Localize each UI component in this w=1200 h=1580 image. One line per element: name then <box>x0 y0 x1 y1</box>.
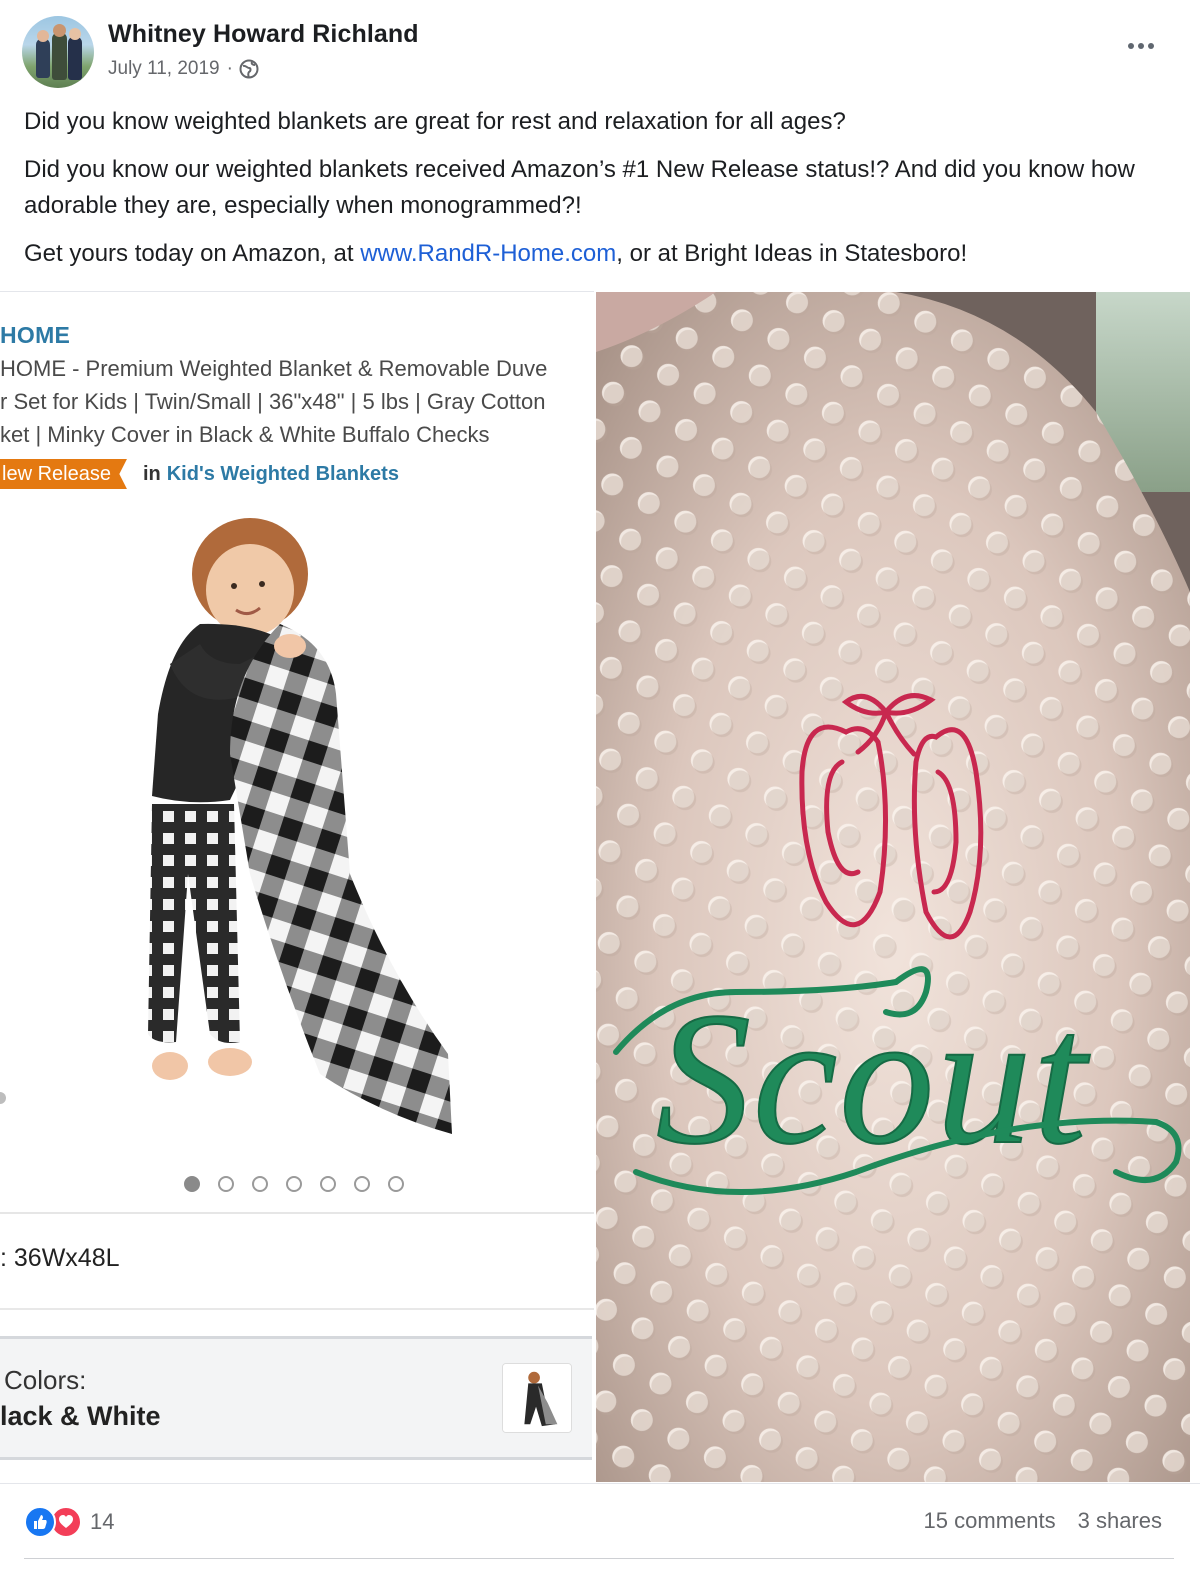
badge-in-text: in <box>142 462 161 485</box>
colors-value: lack & White <box>0 1401 161 1431</box>
product-title-line: ket | Minky Cover in Black & White Buffa… <box>0 422 490 447</box>
amazon-listing-image[interactable]: HOME HOME - Premium Weighted Blanket & R… <box>0 292 594 1482</box>
post-paragraph-3: Get yours today on Amazon, at www.RandR-… <box>24 236 1164 272</box>
carousel-dot[interactable] <box>354 1176 370 1192</box>
product-brand: HOME <box>0 322 71 348</box>
engagement-stats: 15 comments 3 shares <box>924 1508 1162 1534</box>
product-title-line: HOME - Premium Weighted Blanket & Remova… <box>0 356 548 381</box>
carousel-dot[interactable] <box>218 1176 234 1192</box>
paragraph-3-end: , or at Bright Ideas in Statesboro! <box>616 240 968 267</box>
post-body: Did you know weighted blankets are great… <box>24 104 1164 284</box>
carousel-prev-arrow[interactable] <box>0 1092 6 1104</box>
separator <box>0 1308 594 1310</box>
product-photo-child-with-blanket <box>148 518 452 1134</box>
paragraph-3-start: Get yours today on Amazon, at <box>24 240 361 267</box>
carousel-indicator <box>184 1176 404 1192</box>
badge-category-link: Kid's Weighted Blankets <box>166 462 399 485</box>
color-selector: Colors: lack & White <box>0 1336 592 1460</box>
new-release-badge: lew Release <box>0 459 127 489</box>
reactions-summary[interactable]: 14 <box>24 1506 114 1538</box>
action-bar-divider <box>24 1558 1174 1559</box>
post-paragraph-1: Did you know weighted blankets are great… <box>24 108 846 135</box>
carousel-dot[interactable] <box>388 1176 404 1192</box>
comments-count-link[interactable]: 15 comments <box>924 1508 1056 1534</box>
shares-count-link[interactable]: 3 shares <box>1078 1508 1162 1534</box>
post-meta: July 11, 2019 · <box>108 58 259 80</box>
post-paragraph-2: Did you know our weighted blankets recei… <box>24 156 1135 219</box>
author-name[interactable]: Whitney Howard Richland <box>108 20 419 49</box>
size-value: : 36Wx48L <box>0 1244 120 1272</box>
carousel-dot[interactable] <box>184 1176 200 1192</box>
carousel-dot[interactable] <box>286 1176 302 1192</box>
globe-icon[interactable] <box>239 59 259 79</box>
product-title: HOME - Premium Weighted Blanket & Remova… <box>0 352 594 451</box>
monogram-text: Scout <box>656 974 1090 1184</box>
carousel-dot[interactable] <box>252 1176 268 1192</box>
footer-divider <box>0 1483 1200 1484</box>
avatar[interactable] <box>22 16 94 88</box>
more-options-icon[interactable] <box>1124 36 1158 56</box>
meta-separator: · <box>226 58 233 79</box>
carousel-dot[interactable] <box>320 1176 336 1192</box>
color-swatch-thumbnail <box>502 1363 572 1433</box>
post-header: Whitney Howard Richland July 11, 2019 · <box>22 16 1182 88</box>
reaction-count: 14 <box>90 1509 115 1534</box>
product-title-line: r Set for Kids | Twin/Small | 36"x48" | … <box>0 389 546 414</box>
colors-label: Colors: <box>4 1365 87 1395</box>
website-link[interactable]: www.RandR-Home.com <box>360 240 616 267</box>
separator <box>0 1212 594 1214</box>
new-release-row: lew Release in Kid's Weighted Blankets <box>0 459 399 489</box>
post-date[interactable]: July 11, 2019 <box>108 58 220 80</box>
like-reaction-icon <box>24 1506 56 1538</box>
monogrammed-blanket-photo[interactable]: Scout <box>596 292 1190 1482</box>
